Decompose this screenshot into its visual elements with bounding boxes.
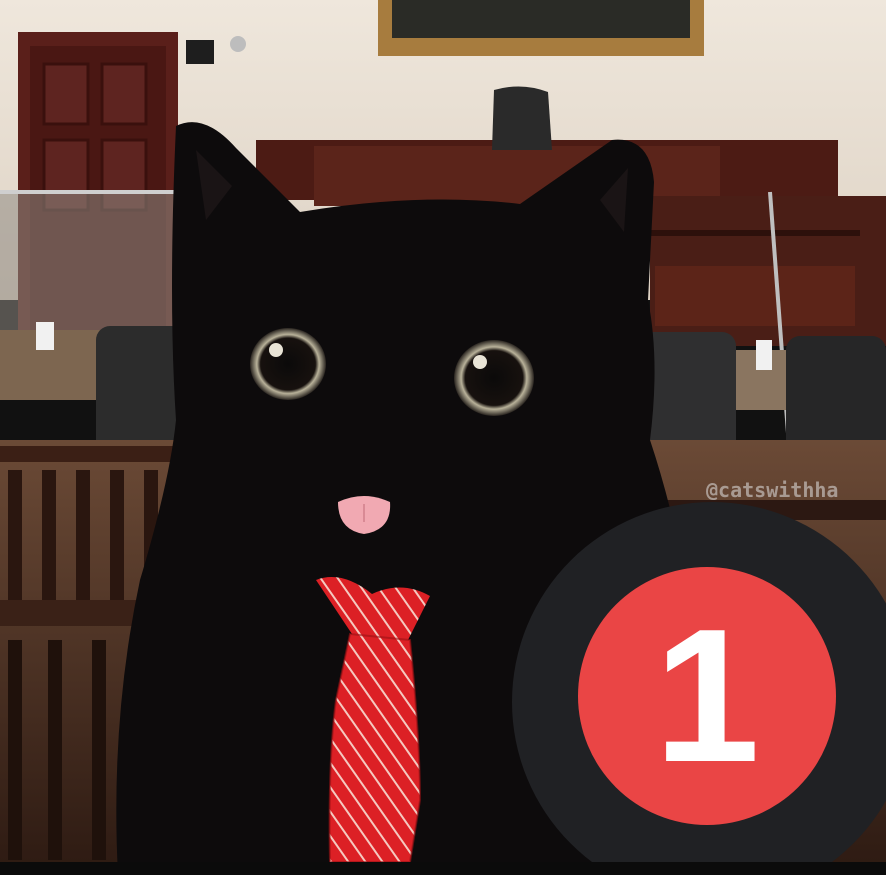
photo-viewer: @catswithha 1: [0, 0, 886, 875]
bottom-edge-bar: [0, 862, 886, 875]
notification-count-badge[interactable]: 1: [578, 567, 836, 825]
photo-watermark: @catswithha: [706, 478, 839, 502]
notification-count: 1: [654, 590, 760, 802]
